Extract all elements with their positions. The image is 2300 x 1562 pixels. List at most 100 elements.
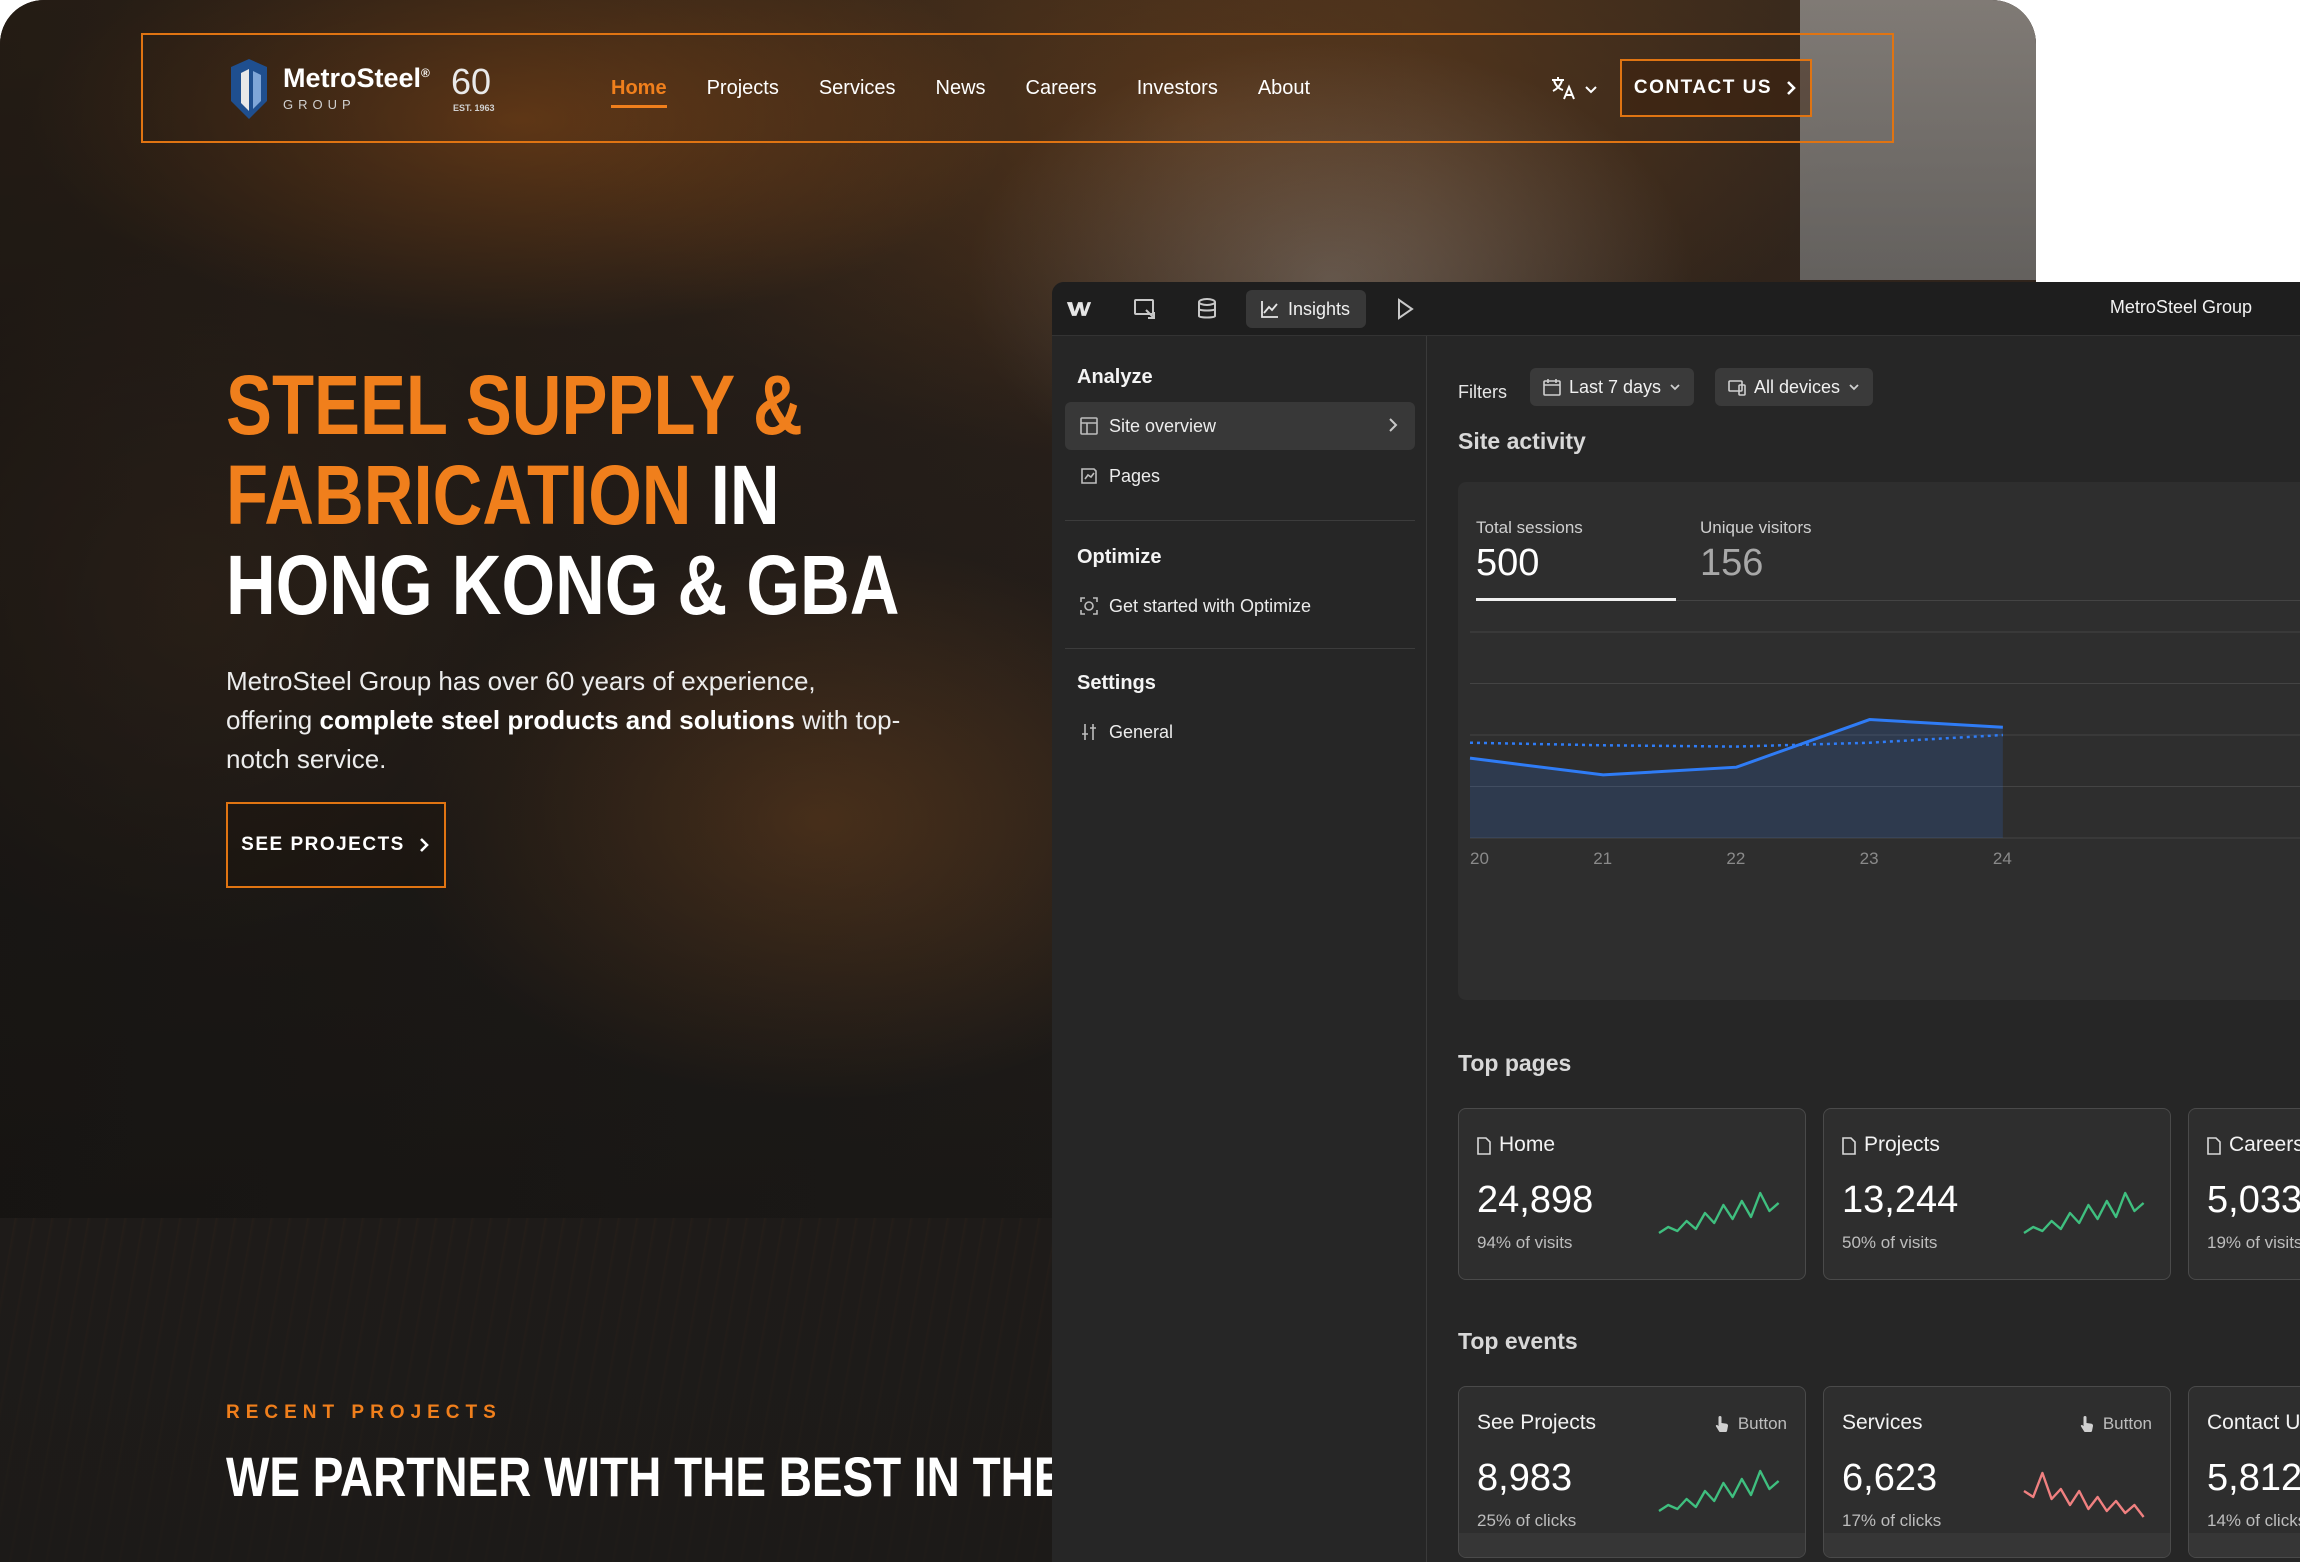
event-name: See Projects xyxy=(1477,1411,1597,1434)
project-name[interactable]: MetroSteel Group xyxy=(2110,297,2252,318)
pointer-hand-icon xyxy=(2080,1416,2093,1432)
event-clicks: 8,983 xyxy=(1477,1457,1573,1499)
card-footer xyxy=(2189,1533,2300,1557)
nav-about[interactable]: About xyxy=(1258,77,1310,100)
devices-icon xyxy=(1728,380,1746,396)
event-share: 14% of clicks xyxy=(2207,1511,2300,1530)
main-nav: Home Projects Services News Careers Inve… xyxy=(611,35,1310,141)
top-page-card-careers[interactable]: Careers 5,033 19% of visits xyxy=(2188,1108,2300,1280)
page-name: Projects xyxy=(1864,1133,1940,1156)
webflow-logo-icon[interactable] xyxy=(1066,296,1092,322)
sparkline-path xyxy=(2023,1191,2145,1235)
see-projects-button[interactable]: SEE PROJECTS xyxy=(226,802,446,888)
chart-x-tick-label: 22 xyxy=(1726,849,1745,868)
hero-title: STEEL SUPPLY & FABRICATION IN HONG KONG … xyxy=(226,360,964,630)
panel-toolbar: Insights MetroSteel Group xyxy=(1052,282,2300,336)
target-icon xyxy=(1080,597,1098,615)
insights-main: Filters Last 7 days All devices Site act… xyxy=(1428,336,2300,1562)
sidebar-item-get-started-optimize[interactable]: Get started with Optimize xyxy=(1065,582,1415,630)
top-page-card-home[interactable]: Home 24,898 94% of visits xyxy=(1458,1108,1806,1280)
logo-anniversary: 60 xyxy=(451,61,492,102)
file-icon xyxy=(2207,1137,2221,1155)
page-visits: 24,898 xyxy=(1477,1179,1594,1221)
site-activity-title: Site activity xyxy=(1458,428,1586,454)
sidebar-item-label: General xyxy=(1109,721,1174,742)
total-sessions-value: 500 xyxy=(1476,542,1540,584)
nav-news[interactable]: News xyxy=(936,77,986,100)
page-select-icon[interactable] xyxy=(1132,296,1158,322)
chart-x-tick-label: 24 xyxy=(1993,849,2012,868)
contact-us-button[interactable]: CONTACT US xyxy=(1620,59,1812,117)
play-icon[interactable] xyxy=(1392,296,1418,322)
insights-panel: Insights MetroSteel Group Analyze Site o… xyxy=(1052,282,2300,1562)
active-metric-indicator xyxy=(1476,598,1676,601)
unique-visitors-label[interactable]: Unique visitors xyxy=(1700,518,1812,538)
chevron-right-icon xyxy=(419,838,429,852)
page-share: 50% of visits xyxy=(1842,1233,1938,1252)
chart-x-tick-label: 23 xyxy=(1860,849,1879,868)
nav-careers[interactable]: Careers xyxy=(1026,77,1097,100)
card-footer xyxy=(1824,1533,2170,1557)
devices-value: All devices xyxy=(1754,376,1841,397)
total-sessions-label: Total sessions xyxy=(1476,518,1583,537)
event-share: 17% of clicks xyxy=(1842,1511,1942,1530)
chart-area-sessions xyxy=(1470,719,2003,838)
see-projects-label: SEE PROJECTS xyxy=(241,834,405,855)
pointer-hand-icon xyxy=(1715,1416,1728,1432)
event-name: Contact Us xyxy=(2207,1411,2300,1434)
card-footer xyxy=(1459,1533,1805,1557)
hero-description: MetroSteel Group has over 60 years of ex… xyxy=(226,662,906,779)
sidebar-item-label: Site overview xyxy=(1109,415,1217,436)
stage: MetroSteel® GROUP 60 EST. 1963 Home Proj… xyxy=(0,0,2300,1562)
chevron-down-icon xyxy=(1849,384,1859,391)
sidebar-item-label: Pages xyxy=(1109,465,1161,486)
nav-services[interactable]: Services xyxy=(819,77,896,100)
language-switcher[interactable] xyxy=(1549,73,1603,103)
unique-visitors-value: 156 xyxy=(1700,542,1764,584)
event-share: 25% of clicks xyxy=(1477,1511,1577,1530)
nav-projects[interactable]: Projects xyxy=(707,77,779,100)
site-activity-card: Total sessions 500 Unique visitors 156 2… xyxy=(1458,482,2300,1000)
hero-title-line-3: HONG KONG & GBA xyxy=(226,538,900,632)
event-kind: Button xyxy=(2079,1414,2152,1434)
hero-title-line-1: STEEL SUPPLY & xyxy=(226,358,803,452)
top-event-card-services[interactable]: Services Button 6,623 17% of clicks xyxy=(1823,1386,2171,1558)
top-events-title: Top events xyxy=(1458,1328,1578,1354)
metrosteel-logo[interactable]: MetroSteel® GROUP 60 EST. 1963 xyxy=(227,57,507,121)
file-icon xyxy=(1842,1137,1856,1155)
sparkline xyxy=(1658,1191,1780,1235)
devices-filter[interactable]: All devices xyxy=(1715,368,1874,406)
sparkline xyxy=(2023,1471,2145,1518)
sliders-icon xyxy=(1082,724,1096,740)
date-range-filter[interactable]: Last 7 days xyxy=(1530,368,1695,406)
top-event-card-contact-us[interactable]: Contact Us Button 5,812 14% of clicks xyxy=(2188,1386,2300,1558)
site-activity-chart: 20 21 22 23 24 xyxy=(1469,631,2300,868)
sidebar-item-general[interactable]: General xyxy=(1065,708,1415,756)
date-range-value: Last 7 days xyxy=(1569,376,1662,397)
event-kind-label: Button xyxy=(2102,1414,2152,1433)
nav-investors[interactable]: Investors xyxy=(1137,77,1218,100)
chevron-down-icon xyxy=(1585,86,1597,94)
chart-x-tick-label: 21 xyxy=(1593,849,1612,868)
chevron-right-icon xyxy=(1389,418,1398,432)
sparkline-path xyxy=(1658,1469,1780,1513)
page-share: 19% of visits xyxy=(2207,1233,2300,1252)
top-event-card-see-projects[interactable]: See Projects Button 8,983 25% of clicks xyxy=(1458,1386,1806,1558)
chevron-right-icon xyxy=(1787,81,1796,95)
sidebar-item-label: Get started with Optimize xyxy=(1109,595,1312,616)
sparkline xyxy=(1658,1469,1780,1513)
cms-database-icon[interactable] xyxy=(1194,296,1220,322)
top-page-card-projects[interactable]: Projects 13,244 50% of visits xyxy=(1823,1108,2171,1280)
sidebar-item-site-overview[interactable]: Site overview xyxy=(1065,402,1415,450)
section-settings: Settings xyxy=(1077,672,1156,694)
nav-home[interactable]: Home xyxy=(611,77,667,108)
sidebar-item-pages[interactable]: Pages xyxy=(1065,452,1415,500)
filters-label: Filters xyxy=(1458,382,1507,402)
event-clicks: 6,623 xyxy=(1842,1457,1938,1499)
file-icon xyxy=(1477,1137,1491,1155)
sparkline xyxy=(2023,1191,2145,1235)
hero-title-highlight: FABRICATION xyxy=(226,448,692,542)
insights-tab[interactable]: Insights xyxy=(1246,290,1366,328)
event-kind: Button xyxy=(1714,1414,1787,1434)
page-visits: 5,033 xyxy=(2207,1179,2300,1221)
